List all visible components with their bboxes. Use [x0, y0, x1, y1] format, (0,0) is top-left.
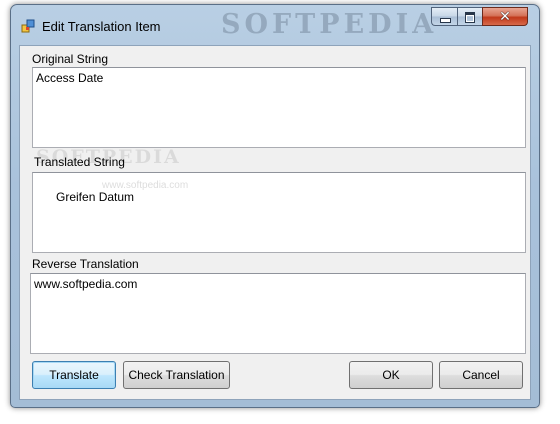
close-button[interactable]: ✕	[482, 7, 528, 26]
check-translation-button[interactable]: Check Translation	[123, 361, 230, 389]
ok-button[interactable]: OK	[349, 361, 433, 389]
app-icon	[21, 19, 35, 33]
dialog-window: SOFTPEDIA Edit Translation Item ✕ Origin…	[10, 4, 540, 408]
cancel-button[interactable]: Cancel	[439, 361, 523, 389]
reverse-translation-label: Reverse Translation	[32, 257, 139, 271]
window-title: Edit Translation Item	[42, 19, 161, 34]
translated-string-label: Translated String	[34, 155, 125, 169]
original-string-field[interactable]: Access Date	[32, 67, 526, 148]
translated-string-value: Greifen Datum	[56, 190, 135, 204]
title-watermark: SOFTPEDIA	[221, 9, 438, 40]
minimize-button[interactable]	[431, 7, 457, 26]
original-string-label: Original String	[32, 52, 109, 66]
maximize-button[interactable]	[457, 7, 482, 26]
caption-buttons: ✕	[431, 7, 533, 27]
maximize-icon	[465, 12, 475, 23]
dialog-content: Original String Access Date SOFTPEDIA Tr…	[19, 45, 531, 400]
translate-button[interactable]: Translate	[32, 361, 116, 389]
softpedia-url-watermark: www.softpedia.com	[102, 180, 189, 191]
close-icon: ✕	[499, 8, 511, 24]
reverse-translation-field[interactable]: www.softpedia.com	[30, 273, 526, 354]
minimize-icon	[440, 18, 451, 23]
title-bar[interactable]: SOFTPEDIA Edit Translation Item ✕	[11, 5, 539, 45]
